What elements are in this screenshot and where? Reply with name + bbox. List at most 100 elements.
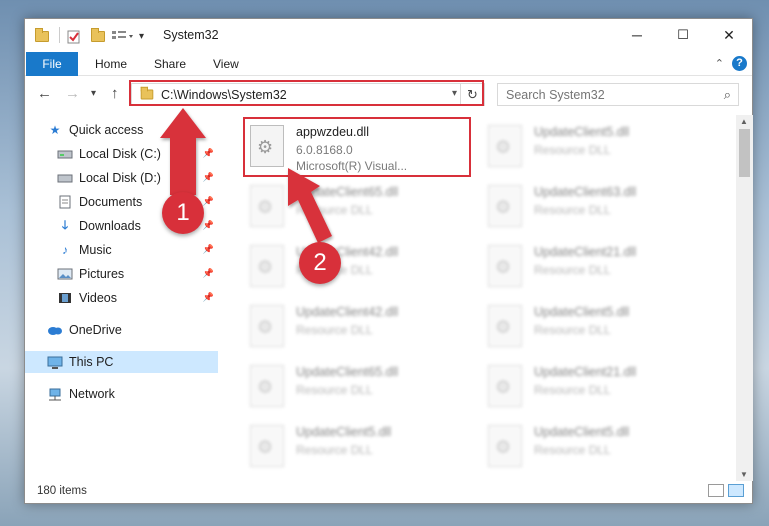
sidebar-item-label: Local Disk (D:)	[79, 171, 161, 185]
file-name: UpdateClient5.dll	[534, 425, 630, 439]
tab-share[interactable]: Share	[154, 57, 186, 71]
file-type: Resource DLL	[534, 203, 611, 217]
details-view-icon[interactable]	[708, 484, 724, 497]
search-box[interactable]: ⌕	[497, 83, 739, 106]
pin-icon[interactable]: 📌	[203, 268, 214, 279]
window-title: System32	[163, 28, 219, 42]
tab-view[interactable]: View	[213, 57, 239, 71]
status-bar: 180 items	[25, 479, 752, 503]
file-type: Resource DLL	[534, 443, 611, 457]
divider	[59, 27, 60, 43]
list-item[interactable]: ⚙ UpdateClient65.dll Resource DLL	[242, 181, 472, 239]
list-item[interactable]: ⚙ UpdateClient42.dll Resource DLL	[242, 301, 472, 359]
dll-file-icon: ⚙	[488, 185, 522, 227]
pin-icon[interactable]: 📌	[203, 148, 214, 159]
scroll-down-icon[interactable]: ▼	[740, 470, 748, 479]
tab-home[interactable]: Home	[95, 57, 127, 71]
dll-file-icon: ⚙	[250, 305, 284, 347]
dll-file-icon: ⚙	[488, 245, 522, 287]
scroll-up-icon[interactable]: ▲	[740, 117, 748, 126]
navigation-pane: ★ Quick access Local Disk (C:) 📌 Local D…	[25, 115, 220, 481]
computer-icon	[47, 355, 63, 369]
dll-file-icon: ⚙	[488, 305, 522, 347]
help-icon[interactable]: ?	[732, 56, 747, 71]
sidebar-item-local-disk-d[interactable]: Local Disk (D:) 📌	[25, 167, 218, 189]
up-button[interactable]: ↑	[111, 85, 119, 102]
close-button[interactable]: ✕	[706, 19, 752, 51]
search-input[interactable]	[506, 87, 706, 102]
list-item[interactable]: ⚙ UpdateClient21.dll Resource DLL	[480, 241, 710, 299]
forward-button[interactable]: →	[65, 85, 80, 102]
file-name: UpdateClient42.dll	[296, 305, 399, 319]
sidebar-item-music[interactable]: ♪ Music 📌	[25, 239, 218, 261]
pictures-icon	[57, 267, 73, 281]
collapse-ribbon-icon[interactable]: ⌃	[715, 57, 724, 70]
dll-file-icon: ⚙	[250, 365, 284, 407]
sidebar-item-label: Documents	[79, 195, 143, 209]
list-item[interactable]: ⚙ UpdateClient5.dll Resource DLL	[242, 421, 472, 479]
vertical-scrollbar[interactable]: ▲ ▼	[736, 115, 753, 481]
list-item[interactable]: ⚙ UpdateClient42.dll Resource DLL	[242, 241, 472, 299]
dll-file-icon: ⚙	[488, 425, 522, 467]
file-type: Resource DLL	[534, 143, 611, 157]
sidebar-item-onedrive[interactable]: OneDrive	[25, 319, 218, 341]
sidebar-item-pictures[interactable]: Pictures 📌	[25, 263, 218, 285]
network-icon	[47, 387, 63, 401]
pin-icon[interactable]: 📌	[203, 220, 214, 231]
sidebar-item-label: Pictures	[79, 267, 125, 281]
tab-file[interactable]: File	[26, 52, 78, 76]
minimize-button[interactable]: ─	[614, 19, 660, 51]
dll-file-icon: ⚙	[250, 245, 284, 287]
list-item[interactable]: ⚙ UpdateClient5.dll Resource DLL	[480, 301, 710, 359]
quick-access-dropdown-icon[interactable]: ▾	[139, 27, 144, 45]
step-2-badge: 2	[299, 242, 341, 284]
file-name: UpdateClient21.dll	[534, 245, 637, 259]
pin-icon[interactable]: 📌	[203, 292, 214, 303]
properties-icon[interactable]	[67, 27, 81, 45]
file-name: UpdateClient21.dll	[534, 365, 637, 379]
drive-icon	[57, 171, 73, 185]
drive-icon	[57, 147, 73, 161]
documents-icon	[57, 195, 73, 209]
file-name: UpdateClient5.dll	[534, 125, 630, 139]
pin-icon[interactable]: 📌	[203, 244, 214, 255]
sidebar-item-this-pc[interactable]: This PC	[25, 351, 218, 373]
folder-icon	[35, 27, 49, 45]
list-item[interactable]: ⚙ UpdateClient65.dll Resource DLL	[242, 361, 472, 419]
sidebar-item-label: Local Disk (C:)	[79, 147, 161, 161]
sidebar-item-label: Videos	[79, 291, 117, 305]
download-icon: 🡓	[61, 217, 69, 232]
new-folder-icon[interactable]	[91, 27, 105, 45]
list-item[interactable]: ⚙ UpdateClient5.dll Resource DLL	[480, 121, 710, 179]
list-item[interactable]: ⚙ UpdateClient63.dll Resource DLL	[480, 181, 710, 239]
file-type: Resource DLL	[296, 203, 373, 217]
pin-icon[interactable]: 📌	[203, 172, 214, 183]
back-button[interactable]: ←	[37, 85, 52, 102]
file-type: Resource DLL	[534, 323, 611, 337]
cloud-icon	[47, 323, 63, 337]
search-icon[interactable]: ⌕	[724, 87, 731, 103]
sidebar-item-quick-access[interactable]: ★ Quick access	[25, 119, 218, 141]
sidebar-item-label: Downloads	[79, 219, 141, 233]
scroll-thumb[interactable]	[739, 129, 750, 177]
recent-locations-icon[interactable]: ▾	[91, 88, 96, 99]
file-type: Resource DLL	[296, 383, 373, 397]
ribbon-tabs: File Home Share View ⌃ ?	[25, 52, 752, 76]
customize-toolbar-icon[interactable]	[111, 27, 135, 45]
maximize-button[interactable]: ☐	[660, 19, 706, 51]
sidebar-item-videos[interactable]: Videos 📌	[25, 287, 218, 309]
list-item[interactable]: ⚙ UpdateClient21.dll Resource DLL	[480, 361, 710, 419]
list-item[interactable]: ⚙ UpdateClient5.dll Resource DLL	[480, 421, 710, 479]
sidebar-item-local-disk-c[interactable]: Local Disk (C:) 📌	[25, 143, 218, 165]
item-count: 180 items	[37, 485, 87, 497]
star-icon: ★	[49, 123, 61, 137]
sidebar-item-label: OneDrive	[69, 323, 122, 337]
file-type: Resource DLL	[296, 323, 373, 337]
large-icons-view-icon[interactable]	[728, 484, 744, 497]
file-name: UpdateClient5.dll	[296, 425, 392, 439]
sidebar-item-network[interactable]: Network	[25, 383, 218, 405]
sidebar-item-label: This PC	[69, 355, 114, 369]
file-name: UpdateClient65.dll	[296, 365, 399, 379]
pin-icon[interactable]: 📌	[203, 196, 214, 207]
videos-icon	[57, 291, 73, 305]
